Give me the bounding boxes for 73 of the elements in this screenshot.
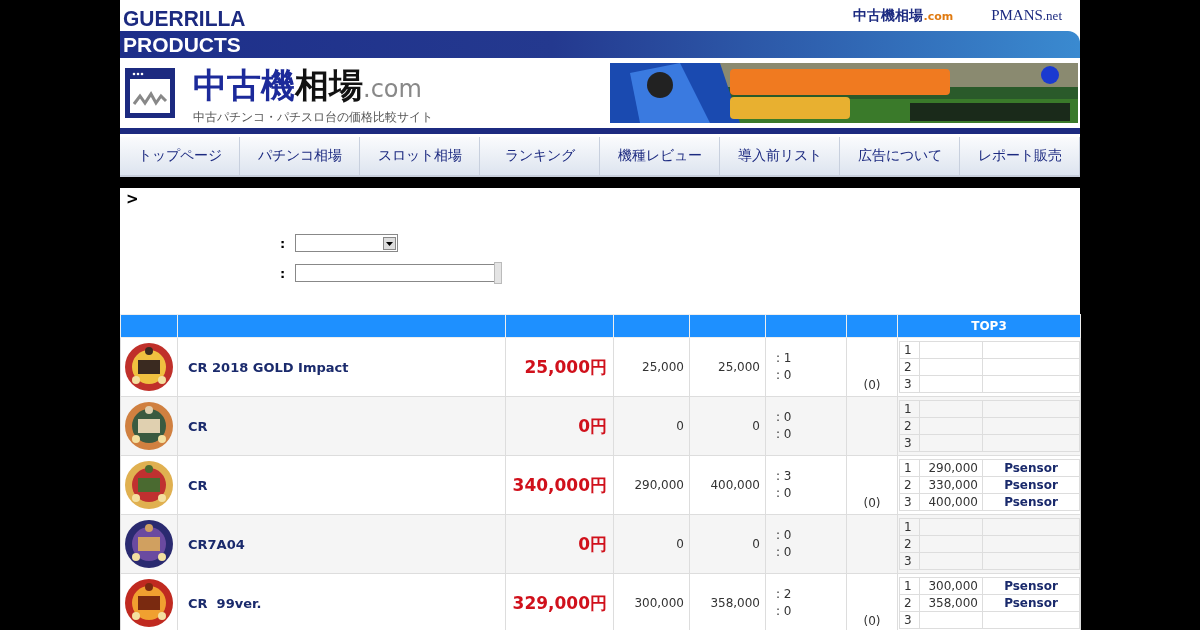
dropdown[interactable] <box>295 234 399 252</box>
table-cell-text: : 0 <box>776 409 793 426</box>
rank-cell: 2 <box>899 417 920 435</box>
rank-cell: 1 <box>899 518 920 536</box>
brand-logo-text: PRODUCTS <box>123 32 241 57</box>
review-count: (0) <box>863 614 881 628</box>
machine-link[interactable]: CR7A04 <box>188 536 245 552</box>
table-cell-text: : 0 <box>776 485 793 502</box>
table-cell-text: : 0 <box>776 367 793 384</box>
review-count: (0) <box>863 496 881 510</box>
nav-tab[interactable]: 導入前リスト <box>720 137 840 175</box>
table-cell: 25,000 <box>689 337 766 397</box>
submit-button[interactable] <box>494 262 503 284</box>
table-cell: 290,000 <box>613 455 690 515</box>
review-count: (0) <box>863 378 881 392</box>
rank-cell: 3 <box>899 552 920 570</box>
table-cell: 0 <box>613 514 690 574</box>
table-cell: 290,000 <box>928 461 978 475</box>
rank-cell: 2 <box>899 476 920 494</box>
table-cell: 330,000 <box>928 478 978 492</box>
site-link[interactable]: PMANS.net <box>991 6 1062 25</box>
machine-link[interactable]: CR <box>188 477 208 493</box>
table-cell-text: : 1 <box>776 350 793 367</box>
table-cell: 400,000 <box>689 455 766 515</box>
field-label: : <box>280 235 286 251</box>
nav-tab[interactable]: 機種レビュー <box>600 137 720 175</box>
table-cell-text: : 0 <box>776 426 793 443</box>
rank-cell: 3 <box>899 611 920 629</box>
rank-cell: 3 <box>899 493 920 511</box>
nav-tab[interactable]: トップページ <box>120 137 240 175</box>
nav-tab[interactable]: スロット相場 <box>360 137 480 175</box>
site-logo-title: 中古機相場.com <box>193 66 423 107</box>
table-cell: 25,000 <box>613 337 690 397</box>
table-cell: 0 <box>689 514 766 574</box>
rank-cell: 1 <box>899 400 920 418</box>
table-cell: 300,000 <box>928 579 978 593</box>
table-cell-text: : 2 <box>776 586 793 603</box>
price-cell: 340,000円 <box>505 455 614 515</box>
table-cell: 0 <box>689 396 766 456</box>
rank-cell: 3 <box>899 434 920 452</box>
rank-cell: 3 <box>899 375 920 393</box>
price-cell: 0円 <box>505 396 614 456</box>
nav-tab[interactable]: ランキング <box>480 137 600 175</box>
nav-tab[interactable]: 広告について <box>840 137 960 175</box>
site-tagline: 中古パチンコ・パチスロ台の価格比較サイト <box>193 108 433 126</box>
chart-window-icon <box>125 68 175 118</box>
nav-tab[interactable]: パチンコ相場 <box>240 137 360 175</box>
rank-cell: 2 <box>899 594 920 612</box>
table-cell-text: : 0 <box>776 603 793 620</box>
rank-cell: 1 <box>899 459 920 477</box>
field-label: : <box>280 265 286 281</box>
table-cell: 358,000 <box>928 596 978 610</box>
price-cell: 0円 <box>505 514 614 574</box>
site-link[interactable]: 中古機相場.com <box>853 6 954 25</box>
nav-tab[interactable]: レポート販売 <box>960 137 1080 175</box>
machine-link[interactable]: CR <box>188 418 208 434</box>
input-field[interactable] <box>295 264 495 282</box>
caret-icon <box>383 236 397 250</box>
machine-link[interactable]: CR 99ver. <box>188 595 262 611</box>
table-cell: 400,000 <box>928 495 978 509</box>
table-header: TOP3 <box>897 314 1081 338</box>
table-cell-text: : 0 <box>776 527 793 544</box>
rank-cell: 1 <box>899 577 920 595</box>
table-cell-text: : 3 <box>776 468 793 485</box>
machine-link[interactable]: CR 2018 GOLD Impact <box>188 359 349 375</box>
breadcrumb: > <box>125 189 140 210</box>
price-cell: 25,000円 <box>505 337 614 397</box>
brand-logo-text: GUERRILLA <box>123 6 246 32</box>
table-cell-text: : 0 <box>776 544 793 561</box>
table-cell: 0 <box>613 396 690 456</box>
rank-cell: 2 <box>899 535 920 553</box>
rank-cell: 1 <box>899 341 920 359</box>
rank-cell: 2 <box>899 358 920 376</box>
